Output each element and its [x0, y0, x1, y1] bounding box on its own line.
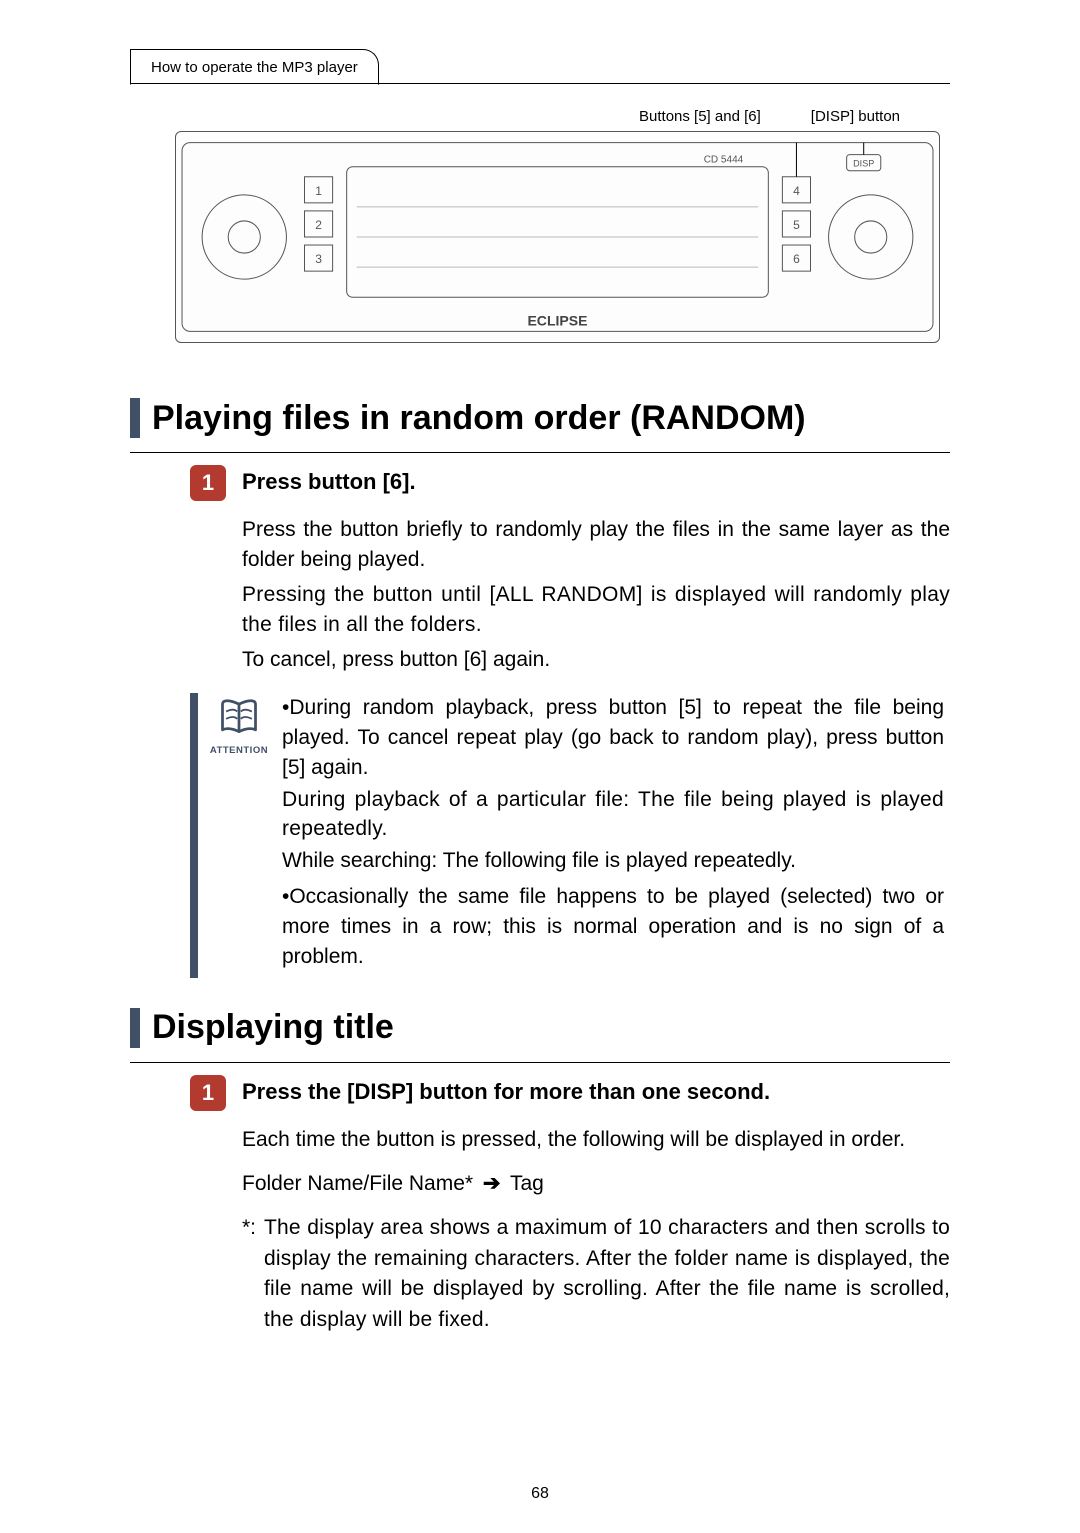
attention-badge: ATTENTION	[198, 693, 274, 977]
display-sequence: Folder Name/File Name* ➔ Tag	[242, 1169, 950, 1199]
step-badge-1: 1	[190, 465, 226, 501]
section-heading-random: Playing files in random order (RANDOM)	[130, 398, 950, 438]
section-heading-title: Displaying title	[130, 1008, 950, 1048]
svg-text:3: 3	[315, 252, 322, 266]
random-p1: Press the button briefly to randomly pla…	[242, 515, 950, 576]
seq-right: Tag	[510, 1172, 544, 1195]
attention-note: ATTENTION •During random playback, press…	[190, 693, 950, 977]
callout-disp-button: [DISP] button	[811, 108, 900, 125]
attention-body: •During random playback, press button [5…	[274, 693, 950, 977]
car-stereo-faceplate: 1 2 3 4 5 6 ECLIPSE CD 5444 DISP	[175, 131, 940, 343]
step-title-press-6: Press button [6].	[242, 465, 416, 495]
svg-text:DISP: DISP	[853, 159, 874, 169]
svg-text:1: 1	[315, 184, 322, 198]
step-body-title: Each time the button is pressed, the fol…	[242, 1125, 950, 1155]
svg-text:6: 6	[793, 252, 800, 266]
svg-text:5: 5	[793, 218, 800, 232]
step-title-press-disp: Press the [DISP] button for more than on…	[242, 1075, 770, 1105]
callout-buttons-5-6: Buttons [5] and [6]	[639, 108, 761, 125]
heading-accent-bar	[130, 1008, 140, 1048]
attention-label: ATTENTION	[210, 745, 268, 756]
book-icon	[217, 695, 261, 739]
footnote-mark: *:	[242, 1213, 256, 1335]
device-diagram: Buttons [5] and [6] [DISP] button	[175, 108, 940, 358]
seq-left: Folder Name/File Name*	[242, 1172, 473, 1195]
step-badge-1b: 1	[190, 1075, 226, 1111]
note-bullet-1-sub2: While searching: The following file is p…	[282, 846, 944, 876]
footnote-text: The display area shows a maximum of 10 c…	[264, 1213, 950, 1335]
note-bullet-1-sub1: During playback of a particular file: Th…	[282, 785, 944, 845]
page-number: 68	[0, 1485, 1080, 1503]
heading-random-title: Playing files in random order (RANDOM)	[152, 399, 950, 438]
title-p1: Each time the button is pressed, the fol…	[242, 1125, 950, 1155]
note-bullet-1: •During random playback, press button [5…	[282, 693, 944, 782]
heading-rule	[130, 1062, 950, 1063]
svg-text:CD 5444: CD 5444	[704, 155, 744, 166]
svg-text:4: 4	[793, 184, 800, 198]
breadcrumb-label: How to operate the MP3 player	[151, 59, 358, 76]
note-bullet-2: •Occasionally the same file happens to b…	[282, 882, 944, 971]
display-footnote: *: The display area shows a maximum of 1…	[242, 1213, 950, 1335]
random-p3: To cancel, press button [6] again.	[242, 645, 950, 675]
heading-accent-bar	[130, 398, 140, 438]
random-p2: Pressing the button until [ALL RANDOM] i…	[242, 580, 950, 641]
breadcrumb-tab: How to operate the MP3 player	[130, 49, 379, 85]
faceplate-svg: 1 2 3 4 5 6 ECLIPSE CD 5444 DISP	[176, 132, 939, 342]
svg-text:ECLIPSE: ECLIPSE	[527, 312, 587, 328]
heading-rule	[130, 452, 950, 453]
heading-display-title: Displaying title	[152, 1008, 950, 1047]
svg-text:2: 2	[315, 218, 322, 232]
arrow-right-icon: ➔	[479, 1169, 505, 1199]
step-body-random: Press the button briefly to randomly pla…	[242, 515, 950, 675]
